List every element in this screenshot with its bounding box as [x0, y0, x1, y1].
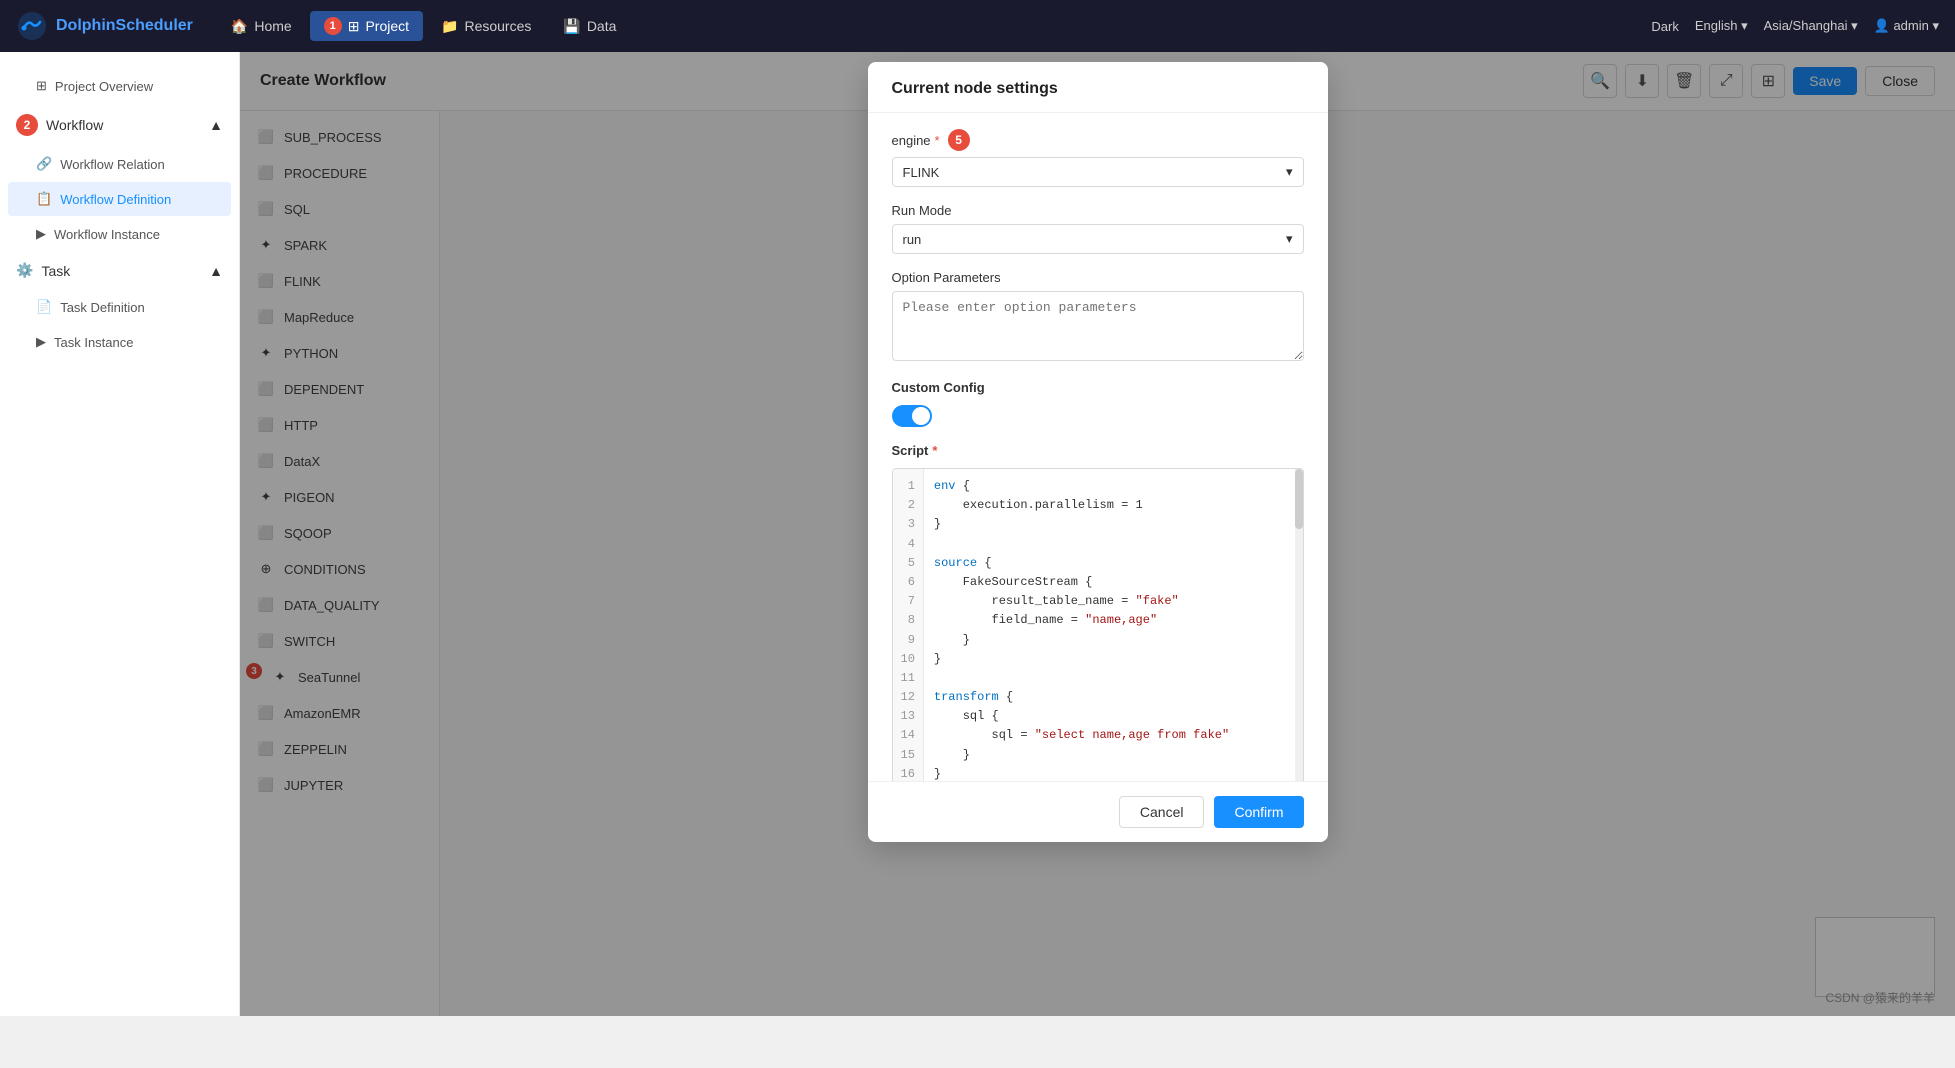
- sidebar-item-workflow-instance[interactable]: ▶ Workflow Instance: [8, 217, 231, 251]
- main-layout: ⊞ Project Overview 2 Workflow ▲ 🔗 Workfl…: [0, 52, 1955, 1016]
- code-line-11: [934, 669, 1293, 688]
- workflow-instance-icon: ▶: [36, 226, 46, 242]
- code-line-4: [934, 535, 1293, 554]
- workflow-collapse-icon: ▲: [209, 117, 223, 133]
- code-line-1: env {: [934, 477, 1293, 496]
- run-mode-dropdown-icon: ▾: [1286, 231, 1293, 247]
- code-content: env { execution.parallelism = 1 } source…: [924, 469, 1303, 811]
- engine-select[interactable]: FLINK ▾: [892, 157, 1304, 187]
- script-label: Script *: [892, 443, 1304, 458]
- line-numbers: 1234 5678 9101112 13141516 17: [893, 469, 924, 811]
- modal-overlay: Current node settings engine * 5 FLINK ▾: [240, 52, 1955, 1016]
- scroll-thumb: [1295, 469, 1303, 529]
- code-line-6: FakeSourceStream {: [934, 573, 1293, 592]
- code-line-14: sql = "select name,age from fake": [934, 726, 1293, 745]
- code-line-8: field_name = "name,age": [934, 611, 1293, 630]
- task-instance-icon: ▶: [36, 334, 46, 350]
- user-menu[interactable]: 👤 admin ▾: [1874, 18, 1939, 34]
- modal-title: Current node settings: [892, 80, 1058, 97]
- script-group: Script * 1234 5678 9101112 13141516 17: [892, 443, 1304, 812]
- sidebar-group-task[interactable]: ⚙️ Task ▲: [0, 252, 239, 289]
- nav-home[interactable]: 🏠 Home: [217, 12, 306, 41]
- nav-data[interactable]: 💾 Data: [549, 12, 630, 41]
- custom-config-label: Custom Config: [892, 380, 1304, 395]
- script-required: *: [932, 443, 937, 458]
- task-definition-icon: 📄: [36, 299, 52, 315]
- project-badge: 1: [324, 17, 342, 35]
- sidebar-item-task-definition[interactable]: 📄 Task Definition: [8, 290, 231, 324]
- modal-header: Current node settings: [868, 62, 1328, 113]
- content-area: Create Workflow 🔍 ⬇ 🗑 ⤢ ⊞ Save Close ⬜ S…: [240, 52, 1955, 1016]
- custom-config-toggle[interactable]: [892, 405, 932, 427]
- code-line-9: }: [934, 631, 1293, 650]
- workflow-badge: 2: [16, 114, 38, 136]
- modal-body: engine * 5 FLINK ▾ Run Mode: [868, 113, 1328, 842]
- timezone-select[interactable]: Asia/Shanghai ▾: [1764, 18, 1858, 34]
- nav-project[interactable]: 1 ⊞ Project: [310, 11, 423, 41]
- option-params-group: Option Parameters: [892, 270, 1304, 364]
- engine-dropdown-icon: ▾: [1286, 164, 1293, 180]
- top-navigation: DolphinScheduler 🏠 Home 1 ⊞ Project 📁 Re…: [0, 0, 1955, 52]
- custom-config-toggle-wrapper: [892, 405, 1304, 427]
- sidebar-group-workflow[interactable]: 2 Workflow ▲: [0, 104, 239, 146]
- sidebar-item-project-overview[interactable]: ⊞ Project Overview: [8, 69, 231, 103]
- cancel-button[interactable]: Cancel: [1119, 796, 1205, 828]
- code-lines: 1234 5678 9101112 13141516 17 env { exec…: [893, 469, 1303, 811]
- task-collapse-icon: ▲: [209, 263, 223, 279]
- code-line-7: result_table_name = "fake": [934, 592, 1293, 611]
- code-line-12: transform {: [934, 688, 1293, 707]
- modal-footer: Cancel Confirm: [868, 781, 1328, 842]
- engine-step-badge: 5: [948, 129, 970, 151]
- modal-dialog: Current node settings engine * 5 FLINK ▾: [868, 62, 1328, 842]
- engine-group: engine * 5 FLINK ▾: [892, 129, 1304, 187]
- run-mode-group: Run Mode run ▾: [892, 203, 1304, 254]
- nav-items: 🏠 Home 1 ⊞ Project 📁 Resources 💾 Data: [217, 11, 630, 41]
- code-line-5: source {: [934, 554, 1293, 573]
- custom-config-group: Custom Config: [892, 380, 1304, 427]
- code-line-10: }: [934, 650, 1293, 669]
- code-line-13: sql {: [934, 707, 1293, 726]
- project-overview-icon: ⊞: [36, 78, 47, 94]
- run-mode-label: Run Mode: [892, 203, 1304, 218]
- app-name: DolphinScheduler: [56, 17, 193, 35]
- nav-resources[interactable]: 📁 Resources: [427, 12, 545, 41]
- run-mode-select[interactable]: run ▾: [892, 224, 1304, 254]
- engine-label: engine * 5: [892, 129, 1304, 151]
- toggle-knob: [912, 407, 930, 425]
- workflow-definition-icon: 📋: [36, 191, 52, 207]
- theme-toggle[interactable]: Dark: [1651, 19, 1678, 34]
- topnav-right: Dark English ▾ Asia/Shanghai ▾ 👤 admin ▾: [1651, 18, 1939, 34]
- confirm-button[interactable]: Confirm: [1214, 796, 1303, 828]
- option-params-label: Option Parameters: [892, 270, 1304, 285]
- task-icon: ⚙️: [16, 262, 33, 279]
- language-select[interactable]: English ▾: [1695, 18, 1748, 34]
- code-line-3: }: [934, 515, 1293, 534]
- workflow-relation-icon: 🔗: [36, 156, 52, 172]
- code-line-15: }: [934, 746, 1293, 765]
- sidebar-item-workflow-definition[interactable]: 📋 Workflow Definition: [8, 182, 231, 216]
- scrollbar[interactable]: [1295, 469, 1303, 811]
- sidebar: ⊞ Project Overview 2 Workflow ▲ 🔗 Workfl…: [0, 52, 240, 1016]
- sidebar-item-workflow-relation[interactable]: 🔗 Workflow Relation: [8, 147, 231, 181]
- sidebar-item-task-instance[interactable]: ▶ Task Instance: [8, 325, 231, 359]
- engine-required: *: [935, 133, 940, 148]
- logo[interactable]: DolphinScheduler: [16, 10, 193, 42]
- code-editor[interactable]: 1234 5678 9101112 13141516 17 env { exec…: [892, 468, 1304, 812]
- option-params-input[interactable]: [892, 291, 1304, 361]
- code-line-2: execution.parallelism = 1: [934, 496, 1293, 515]
